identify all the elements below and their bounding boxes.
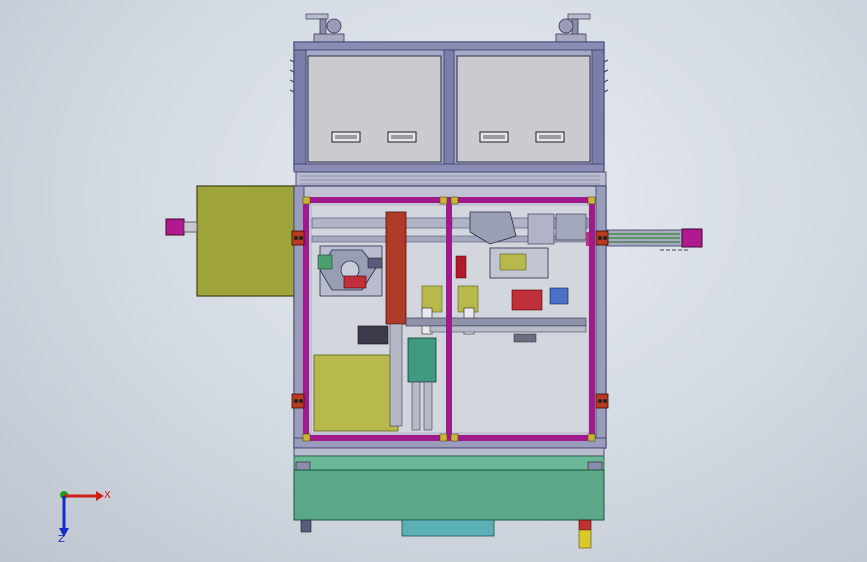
z-axis-icon (59, 496, 69, 537)
olive-base-panel (313, 354, 399, 432)
interior-mechanism (311, 206, 594, 432)
red-column (385, 211, 407, 325)
top-leveling-feet (305, 13, 591, 43)
top-cabinet (289, 41, 609, 173)
x-axis-icon (64, 491, 104, 501)
drawer-left (307, 55, 442, 163)
base-foot-left (300, 519, 312, 533)
right-slide-rail (595, 228, 703, 251)
leveling-foot-right (555, 13, 591, 43)
x-axis-label: X (104, 490, 111, 501)
leveling-foot-left (305, 13, 345, 43)
z-axis-label: Z (58, 534, 65, 545)
drawer-right (456, 55, 591, 163)
left-gripper-assembly (317, 245, 383, 297)
base-foot-right (578, 519, 592, 549)
cad-viewport[interactable]: X Z (0, 0, 867, 562)
base-cabinet (293, 447, 605, 549)
cabinet-base-band (295, 171, 607, 187)
left-side-box (165, 185, 297, 297)
orientation-triad: X Z (58, 490, 111, 545)
